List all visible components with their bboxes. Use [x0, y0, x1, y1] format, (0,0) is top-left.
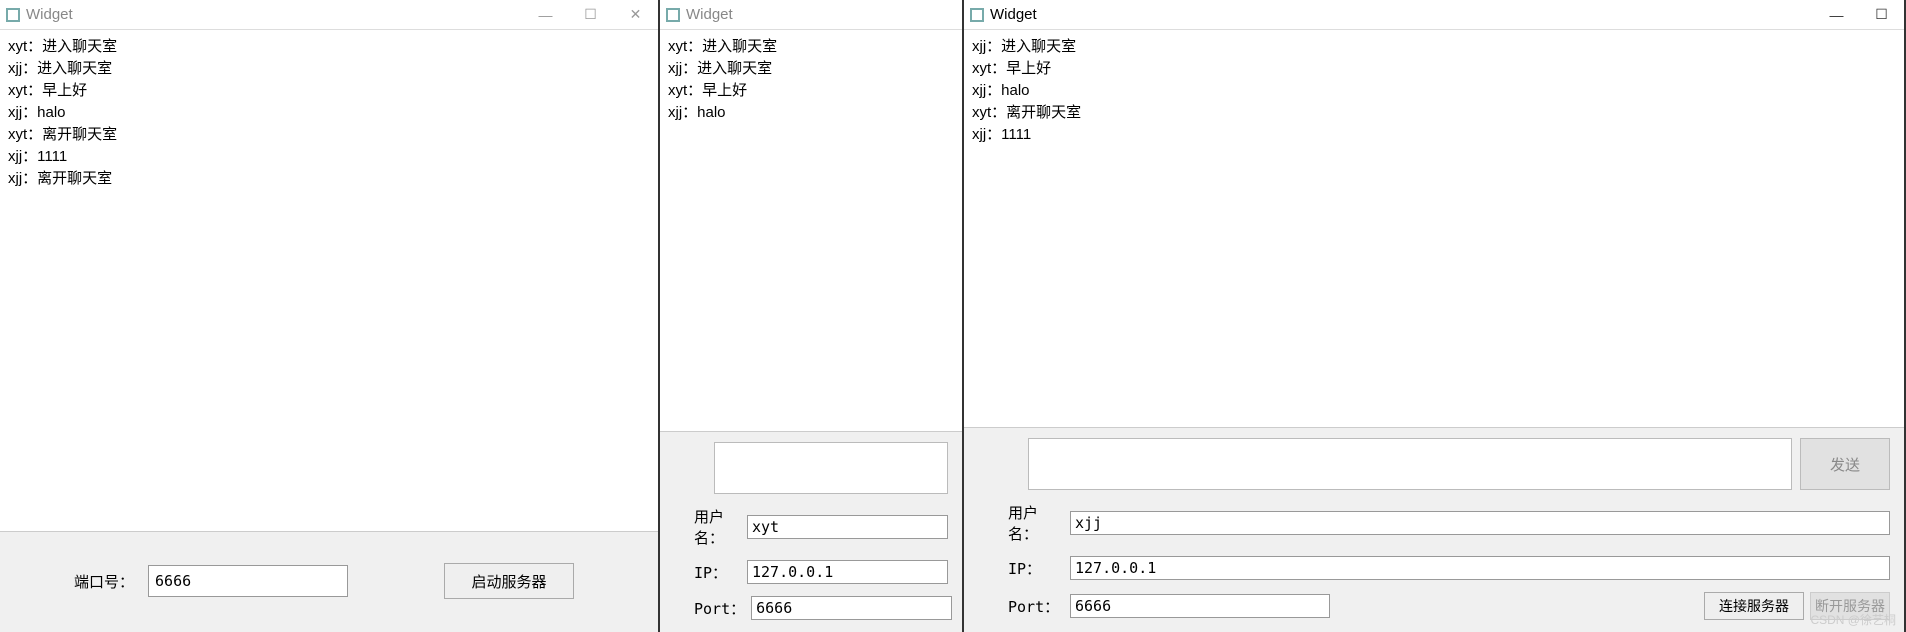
send-button[interactable]: 发送 — [1800, 438, 1890, 490]
titlebar: Widget — [660, 0, 962, 30]
chat-line: xjj：halo — [972, 80, 1896, 102]
chat-line: xyt：进入聊天室 — [668, 36, 954, 58]
port-input[interactable] — [751, 596, 952, 620]
client-controls-panel: 发送 用户名： IP： Port： 连接服务器 断开服务器 — [964, 428, 1904, 632]
chat-line: xjj：进入聊天室 — [8, 58, 650, 80]
chat-line: xjj：1111 — [972, 124, 1896, 146]
client-controls-panel: 用户名： IP： Port： — [660, 432, 962, 632]
window-title: Widget — [990, 6, 1814, 23]
app-icon — [6, 8, 20, 22]
server-controls-panel: 端口号： 启动服务器 — [0, 532, 658, 632]
chat-line: xjj：halo — [668, 102, 954, 124]
server-window: Widget — ☐ ✕ xyt：进入聊天室xjj：进入聊天室xyt：早上好xj… — [0, 0, 660, 632]
username-label: 用户名： — [694, 506, 741, 548]
chat-line: xyt：早上好 — [8, 80, 650, 102]
ip-input[interactable] — [747, 560, 948, 584]
message-input[interactable] — [1028, 438, 1792, 490]
chat-line: xyt：早上好 — [972, 58, 1896, 80]
window-title: Widget — [686, 6, 962, 23]
chat-line: xjj：进入聊天室 — [668, 58, 954, 80]
client2-window: Widget — ☐ xjj：进入聊天室xyt：早上好xjj：haloxyt：离… — [964, 0, 1906, 632]
chat-line: xjj：1111 — [8, 146, 650, 168]
minimize-icon[interactable]: — — [1814, 0, 1859, 29]
app-icon — [666, 8, 680, 22]
maximize-icon[interactable]: ☐ — [568, 0, 613, 29]
minimize-icon[interactable]: — — [523, 0, 568, 29]
start-server-button[interactable]: 启动服务器 — [444, 563, 574, 599]
titlebar: Widget — ☐ — [964, 0, 1904, 30]
app-icon — [970, 8, 984, 22]
chat-log: xyt：进入聊天室xjj：进入聊天室xyt：早上好xjj：haloxyt：离开聊… — [0, 30, 658, 532]
chat-line: xyt：进入聊天室 — [8, 36, 650, 58]
username-input[interactable] — [1070, 511, 1890, 535]
window-title: Widget — [26, 6, 523, 23]
port-input[interactable] — [1070, 594, 1330, 618]
chat-line: xjj：进入聊天室 — [972, 36, 1896, 58]
chat-line: xyt：离开聊天室 — [8, 124, 650, 146]
port-label: 端口号： — [74, 571, 134, 592]
connect-button[interactable]: 连接服务器 — [1704, 592, 1804, 620]
window-controls: — ☐ ✕ — [523, 0, 658, 29]
port-label: Port： — [694, 598, 745, 619]
titlebar: Widget — ☐ ✕ — [0, 0, 658, 30]
maximize-icon[interactable]: ☐ — [1859, 0, 1904, 29]
chat-line: xjj：halo — [8, 102, 650, 124]
message-input[interactable] — [714, 442, 948, 494]
ip-label: IP： — [694, 562, 741, 583]
client1-window: Widget xyt：进入聊天室xjj：进入聊天室xyt：早上好xjj：halo… — [660, 0, 964, 632]
chat-line: xyt：早上好 — [668, 80, 954, 102]
username-input[interactable] — [747, 515, 948, 539]
chat-line: xjj：离开聊天室 — [8, 168, 650, 190]
ip-label: IP： — [1008, 558, 1064, 579]
window-controls: — ☐ — [1814, 0, 1904, 29]
chat-log: xjj：进入聊天室xyt：早上好xjj：haloxyt：离开聊天室xjj：111… — [964, 30, 1904, 428]
close-icon[interactable]: ✕ — [613, 0, 658, 29]
chat-log: xyt：进入聊天室xjj：进入聊天室xyt：早上好xjj：halo — [660, 30, 962, 432]
chat-line: xyt：离开聊天室 — [972, 102, 1896, 124]
username-label: 用户名： — [1008, 502, 1064, 544]
port-label: Port： — [1008, 596, 1064, 617]
disconnect-button[interactable]: 断开服务器 — [1810, 592, 1890, 620]
port-input[interactable] — [148, 565, 348, 597]
ip-input[interactable] — [1070, 556, 1890, 580]
